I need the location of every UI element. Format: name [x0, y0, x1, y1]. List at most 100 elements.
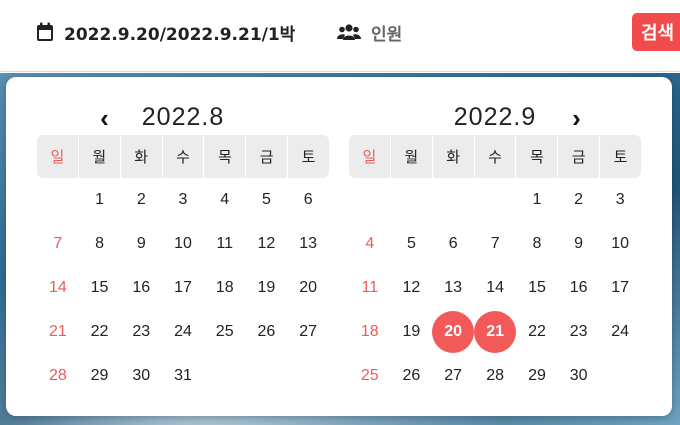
date-range-selector[interactable]: 2022.9.20/2022.9.21/1박 — [36, 18, 295, 46]
day-cell[interactable]: 21 — [37, 310, 79, 354]
day-number: 20 — [299, 279, 318, 296]
month-august: ‹ 2022.8 일월화수목금토 1 2 3 4 5 6 7 8 9 10 11 12 13 14 15 16… — [37, 99, 329, 398]
day-grid: 1 2 3 4 5 6 7 8 9 10 11 12 13 14 15 16 17 18 19 20 21 22 23 24 2… — [37, 178, 329, 398]
day-cell[interactable]: 13 — [432, 266, 474, 310]
day-cell[interactable]: 7 — [37, 222, 79, 266]
day-cell[interactable]: 12 — [246, 222, 288, 266]
day-number: 15 — [528, 279, 546, 296]
day-cell[interactable]: 1 — [516, 178, 558, 222]
empty-day-cell — [391, 178, 433, 222]
day-cell[interactable]: 20 — [287, 266, 329, 310]
day-cell[interactable]: 15 — [516, 266, 558, 310]
day-number: 9 — [574, 235, 584, 252]
day-cell[interactable]: 30 — [558, 354, 600, 398]
empty-day-cell — [349, 178, 391, 222]
users-icon — [337, 24, 361, 40]
day-cell[interactable]: 1 — [79, 178, 121, 222]
day-cell[interactable]: 3 — [162, 178, 204, 222]
selected-day-cell[interactable]: 21 — [474, 310, 517, 354]
day-cell[interactable]: 25 — [204, 310, 246, 354]
day-cell[interactable]: 19 — [391, 310, 433, 354]
day-cell[interactable]: 10 — [162, 222, 204, 266]
day-cell[interactable]: 12 — [391, 266, 433, 310]
day-cell[interactable]: 27 — [432, 354, 474, 398]
day-cell[interactable]: 14 — [37, 266, 79, 310]
day-cell[interactable]: 17 — [599, 266, 641, 310]
day-cell[interactable]: 2 — [120, 178, 162, 222]
day-cell[interactable]: 11 — [204, 222, 246, 266]
day-cell[interactable]: 4 — [204, 178, 246, 222]
day-cell[interactable]: 4 — [349, 222, 391, 266]
day-cell[interactable]: 16 — [558, 266, 600, 310]
day-cell[interactable]: 17 — [162, 266, 204, 310]
day-cell[interactable]: 18 — [204, 266, 246, 310]
day-cell[interactable]: 9 — [558, 222, 600, 266]
day-number: 7 — [490, 235, 500, 252]
day-number: 13 — [444, 279, 463, 296]
day-number: 10 — [611, 235, 630, 252]
day-number: 25 — [215, 323, 234, 340]
day-number: 5 — [406, 235, 416, 252]
day-cell[interactable]: 26 — [391, 354, 433, 398]
day-cell[interactable]: 10 — [599, 222, 641, 266]
day-cell[interactable]: 7 — [474, 222, 516, 266]
day-cell[interactable]: 22 — [516, 310, 558, 354]
empty-day-cell — [474, 178, 516, 222]
day-cell[interactable]: 5 — [391, 222, 433, 266]
day-cell[interactable]: 23 — [120, 310, 162, 354]
day-number: 3 — [178, 191, 188, 208]
day-cell[interactable]: 27 — [287, 310, 329, 354]
day-number: 14 — [48, 279, 67, 296]
day-cell[interactable]: 24 — [162, 310, 204, 354]
day-cell[interactable]: 16 — [120, 266, 162, 310]
weekday-label: 월 — [78, 135, 120, 178]
day-cell[interactable]: 31 — [162, 354, 204, 398]
day-cell[interactable]: 18 — [349, 310, 391, 354]
day-cell[interactable]: 6 — [287, 178, 329, 222]
day-cell[interactable]: 5 — [246, 178, 288, 222]
guests-selector[interactable]: 인원 — [337, 18, 402, 46]
day-number: 12 — [402, 279, 421, 296]
day-number: 26 — [257, 323, 276, 340]
day-cell[interactable]: 8 — [516, 222, 558, 266]
month-title: 2022.8 — [141, 102, 225, 131]
day-cell[interactable]: 23 — [558, 310, 600, 354]
day-number: 27 — [444, 367, 463, 384]
day-cell[interactable]: 22 — [79, 310, 121, 354]
day-cell[interactable]: 29 — [79, 354, 121, 398]
chevron-right-icon[interactable]: › — [565, 103, 589, 134]
day-cell[interactable]: 19 — [246, 266, 288, 310]
day-number: 31 — [174, 367, 192, 384]
day-cell[interactable]: 11 — [349, 266, 391, 310]
day-number: 26 — [402, 367, 421, 384]
day-cell[interactable]: 30 — [120, 354, 162, 398]
day-cell[interactable]: 3 — [599, 178, 641, 222]
day-cell[interactable]: 28 — [37, 354, 79, 398]
day-number: 21 — [48, 323, 67, 340]
weekday-label: 목 — [516, 135, 558, 178]
day-number: 24 — [174, 323, 192, 340]
day-cell[interactable]: 28 — [474, 354, 516, 398]
day-number: 28 — [486, 367, 505, 384]
month-header: 2022.9 › — [349, 99, 641, 135]
chevron-left-icon[interactable]: ‹ — [93, 103, 117, 134]
day-cell[interactable]: 2 — [558, 178, 600, 222]
day-cell[interactable]: 15 — [79, 266, 121, 310]
day-cell[interactable]: 14 — [474, 266, 516, 310]
empty-day-cell — [204, 354, 246, 398]
weekday-row: 일월화수목금토 — [349, 135, 641, 178]
weekday-label: 화 — [120, 135, 162, 178]
search-button[interactable]: 검색 — [632, 13, 680, 51]
day-cell[interactable]: 25 — [349, 354, 391, 398]
day-number: 18 — [215, 279, 234, 296]
day-cell[interactable]: 29 — [516, 354, 558, 398]
day-cell[interactable]: 6 — [432, 222, 474, 266]
day-cell[interactable]: 8 — [79, 222, 121, 266]
selected-day-cell[interactable]: 20 — [432, 310, 475, 354]
day-cell[interactable]: 24 — [599, 310, 641, 354]
day-number: 5 — [261, 191, 271, 208]
day-cell[interactable]: 26 — [246, 310, 288, 354]
day-cell[interactable]: 9 — [120, 222, 162, 266]
day-cell[interactable]: 13 — [287, 222, 329, 266]
weekday-label: 목 — [204, 135, 246, 178]
